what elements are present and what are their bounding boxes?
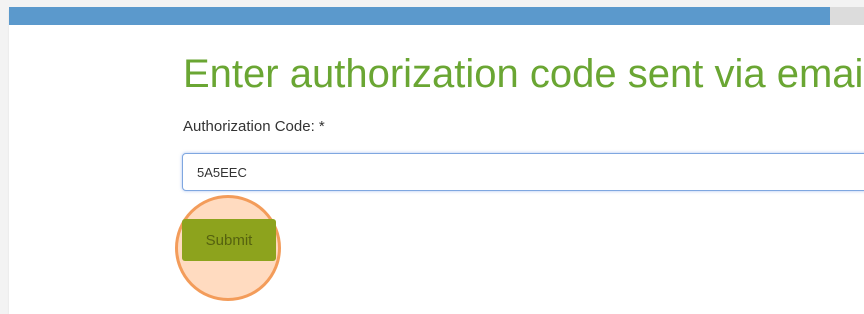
- page-title: Enter authorization code sent via emai: [183, 52, 864, 96]
- header-bar: [9, 7, 830, 25]
- authorization-code-label: Authorization Code: *: [183, 118, 325, 135]
- authorization-code-input[interactable]: [182, 153, 864, 191]
- header-bar-end: [830, 7, 864, 25]
- submit-button[interactable]: Submit: [182, 219, 276, 261]
